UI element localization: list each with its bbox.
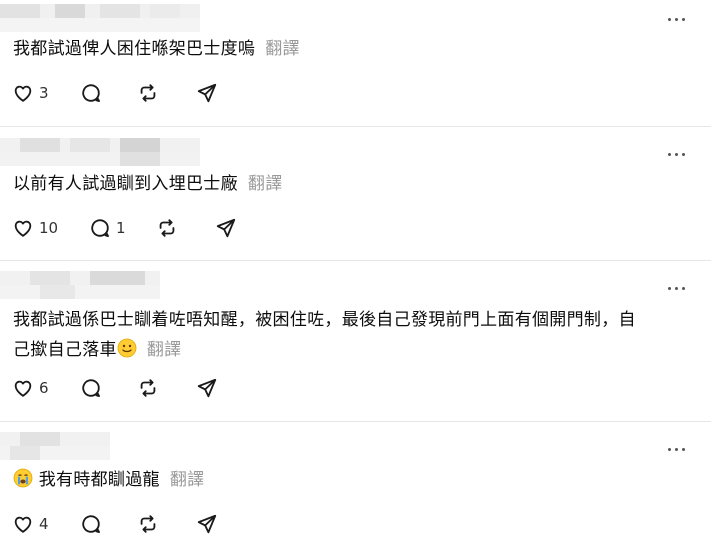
like-count: 4 [39, 515, 49, 533]
send-icon [197, 378, 217, 398]
share-button[interactable] [196, 81, 218, 105]
translate-link[interactable]: 翻譯 [170, 470, 205, 490]
more-options-button[interactable] [668, 286, 686, 292]
crying-face-emoji [13, 468, 33, 488]
slightly-smiling-face-emoji [117, 338, 137, 358]
repost-icon [140, 379, 156, 397]
post-text: 我都試過俾人困住喺架巴士度嗚 翻譯 [13, 39, 300, 59]
repost-icon [159, 219, 175, 237]
comment-icon [91, 219, 109, 237]
post-3: 我都試過係巴士瞓着咗唔知醒，被困住咗，最後自己發現前門上面有個開門制，自 己撳自… [0, 261, 711, 421]
repost-button[interactable] [137, 81, 159, 105]
reply-button[interactable] [80, 376, 102, 400]
send-icon [197, 83, 217, 103]
post-text: 我有時都瞓過龍 翻譯 [13, 465, 681, 495]
repost-button[interactable] [137, 376, 159, 400]
repost-button[interactable] [156, 216, 178, 240]
comment-icon [82, 515, 100, 533]
translate-link[interactable]: 翻譯 [248, 174, 283, 194]
heart-icon [14, 85, 32, 102]
heart-icon [14, 516, 32, 533]
more-options-button[interactable] [668, 152, 686, 158]
translate-link[interactable]: 翻譯 [265, 39, 300, 59]
like-count: 3 [39, 84, 49, 102]
share-button[interactable] [196, 512, 218, 536]
like-button[interactable]: 10 [12, 216, 58, 240]
post-text: 以前有人試過瞓到入埋巴士廠 翻譯 [13, 174, 283, 194]
repost-icon [140, 84, 156, 102]
reply-button[interactable] [80, 512, 102, 536]
share-button[interactable] [196, 376, 218, 400]
post-text: 我都試過係巴士瞓着咗唔知醒，被困住咗，最後自己發現前門上面有個開門制，自 己撳自… [13, 310, 636, 360]
repost-icon [140, 515, 156, 533]
like-button[interactable]: 6 [12, 376, 49, 400]
more-options-button[interactable] [668, 17, 686, 23]
post-4: 我有時都瞓過龍 翻譯 4 [0, 422, 711, 551]
like-button[interactable]: 4 [12, 512, 49, 536]
send-icon [216, 218, 236, 238]
reply-count: 1 [116, 219, 126, 237]
repost-button[interactable] [137, 512, 159, 536]
post-2: 以前有人試過瞓到入埋巴士廠 翻譯 10 1 [0, 127, 711, 260]
like-button[interactable]: 3 [12, 81, 49, 105]
more-options-button[interactable] [668, 447, 686, 453]
send-icon [197, 514, 217, 534]
like-count: 6 [39, 379, 49, 397]
reply-button[interactable]: 1 [89, 216, 126, 240]
comment-icon [82, 379, 100, 397]
post-1: 我都試過俾人困住喺架巴士度嗚 翻譯 3 [0, 0, 711, 126]
translate-link[interactable]: 翻譯 [147, 340, 182, 360]
heart-icon [14, 380, 32, 397]
share-button[interactable] [215, 216, 237, 240]
like-count: 10 [39, 219, 59, 237]
reply-button[interactable] [80, 81, 102, 105]
comment-icon [82, 84, 100, 102]
heart-icon [14, 220, 32, 237]
